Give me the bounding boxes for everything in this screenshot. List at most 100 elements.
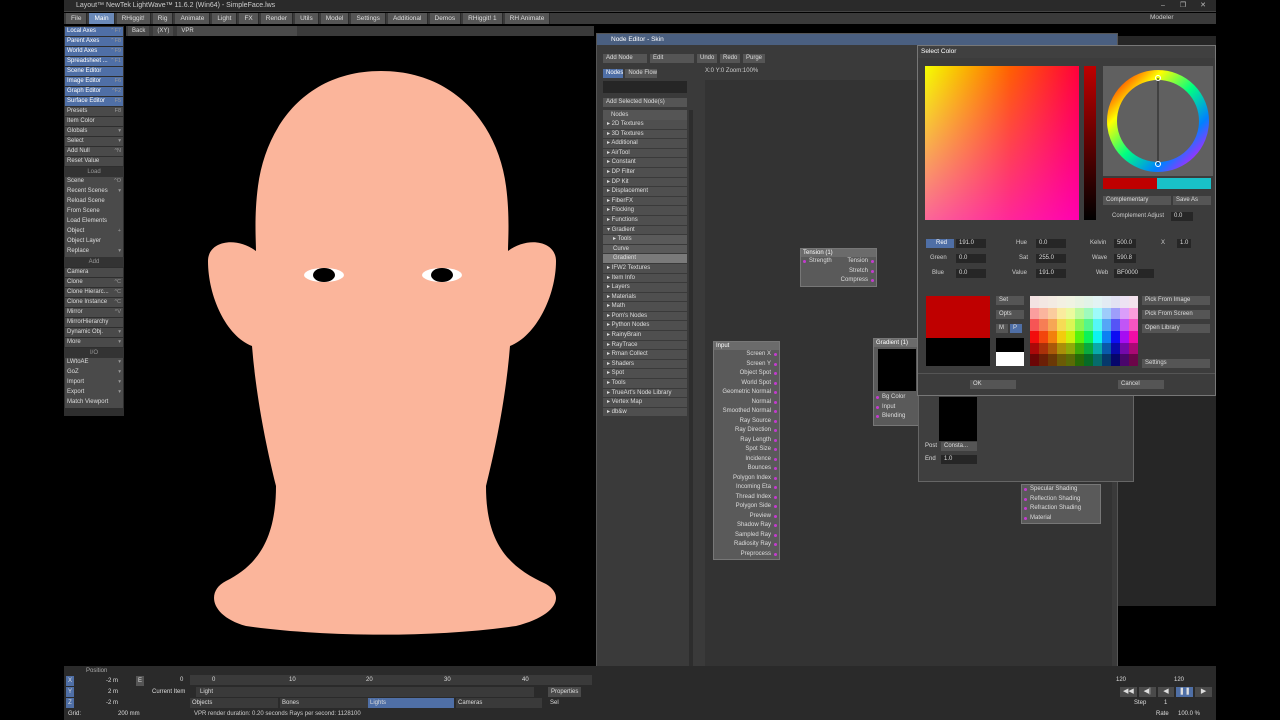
- button-export[interactable]: Export ▾: [65, 388, 123, 398]
- node-category-trueart-s-node-library[interactable]: ▸ TrueArt's Node Library: [603, 388, 687, 399]
- surface-node[interactable]: Specular Shading Reflection Shading Refr…: [1021, 484, 1101, 524]
- node-category-airtool[interactable]: ▸ AirTool: [603, 148, 687, 159]
- z-position-field[interactable]: -2 m: [78, 698, 118, 708]
- timeline-slider[interactable]: [190, 675, 592, 685]
- palette-swatch[interactable]: [1129, 319, 1138, 331]
- material-port[interactable]: Material: [1022, 514, 1100, 524]
- swatch-white[interactable]: [996, 352, 1024, 366]
- palette-swatch[interactable]: [1102, 342, 1111, 355]
- rewind-icon[interactable]: ◀◀: [1120, 687, 1137, 697]
- node-category-functions[interactable]: ▸ Functions: [603, 215, 687, 226]
- tab-rig[interactable]: Rig: [152, 13, 174, 24]
- node-category-curve[interactable]: Curve: [603, 244, 687, 255]
- x-axis-label[interactable]: X: [66, 676, 74, 686]
- node-category-constant[interactable]: ▸ Constant: [603, 158, 687, 168]
- tension-node[interactable]: Tension (1) Strength Tension Stretch Com…: [800, 248, 877, 287]
- radiosity-ray-output-port[interactable]: Radiosity Ray: [714, 540, 779, 550]
- tension-output-port[interactable]: Tension: [841, 257, 876, 267]
- y-axis-label[interactable]: Y: [66, 687, 74, 697]
- palette-swatch[interactable]: [1075, 330, 1084, 343]
- palette-swatch[interactable]: [1039, 342, 1048, 355]
- palette-swatch[interactable]: [1120, 296, 1129, 308]
- button-spreadsheet[interactable]: Spreadsheet ... ⌃F1: [65, 56, 123, 66]
- ray-source-output-port[interactable]: Ray Source: [714, 417, 779, 427]
- palette-swatch[interactable]: [1102, 319, 1111, 331]
- tab-rh-animate[interactable]: RH Animate: [504, 13, 551, 24]
- button-globals[interactable]: Globals ▾: [65, 126, 123, 136]
- purge-button[interactable]: Purge: [743, 54, 765, 63]
- refraction-shading-port[interactable]: Refraction Shading: [1022, 504, 1100, 514]
- palette-swatch[interactable]: [1129, 354, 1138, 366]
- button-camera[interactable]: Camera: [65, 267, 123, 277]
- button-recent-scenes[interactable]: Recent Scenes ▾: [65, 187, 123, 197]
- opts-button[interactable]: Opts: [996, 310, 1024, 319]
- axis-select[interactable]: (XY): [153, 26, 174, 36]
- palette-swatch[interactable]: [1111, 296, 1120, 308]
- sat-field[interactable]: 255.0: [1036, 254, 1066, 263]
- x-position-field[interactable]: -2 m: [78, 676, 118, 686]
- palette-swatch[interactable]: [1075, 307, 1084, 320]
- button-parent-axes[interactable]: Parent Axes ⌃F8: [65, 36, 123, 46]
- palette-swatch[interactable]: [1057, 330, 1066, 343]
- world-spot-output-port[interactable]: World Spot: [714, 379, 779, 389]
- palette-swatch[interactable]: [1066, 354, 1075, 366]
- palette-swatch[interactable]: [1057, 307, 1066, 320]
- green-field[interactable]: 0.0: [956, 254, 986, 263]
- screen-x-output-port[interactable]: Screen X: [714, 350, 779, 360]
- palette-swatch[interactable]: [1030, 296, 1039, 308]
- palette-swatch[interactable]: [1084, 319, 1093, 331]
- palette-swatch[interactable]: [1111, 307, 1120, 320]
- node-category-rainybrain[interactable]: ▸ RainyBrain: [603, 331, 687, 341]
- palette-swatch[interactable]: [1066, 330, 1075, 343]
- cameras-button[interactable]: Cameras: [456, 698, 542, 708]
- modeler-link[interactable]: Modeler: [1150, 14, 1173, 21]
- button-replace[interactable]: Replace ▾: [65, 247, 123, 257]
- button-match-viewport[interactable]: Match Viewport: [65, 398, 123, 408]
- button-lwtoae[interactable]: LWtoAE ▾: [65, 358, 123, 368]
- tab-animate[interactable]: Animate: [175, 13, 211, 24]
- stretch-output-port[interactable]: Stretch: [841, 267, 876, 277]
- button-clone-instance[interactable]: Clone Instance ^C: [65, 297, 123, 307]
- palette-swatch[interactable]: [1093, 319, 1102, 331]
- palette-swatch[interactable]: [1084, 296, 1093, 308]
- button-import[interactable]: Import ▾: [65, 378, 123, 388]
- button-object[interactable]: Object +: [65, 227, 123, 237]
- edit-button[interactable]: Edit: [650, 54, 694, 63]
- palette-swatch[interactable]: [1102, 354, 1111, 366]
- button-goz[interactable]: GoZ ▾: [65, 368, 123, 378]
- hue-field[interactable]: 0.0: [1036, 239, 1066, 248]
- reflection-shading-port[interactable]: Reflection Shading: [1022, 495, 1100, 505]
- palette-swatch[interactable]: [1075, 354, 1084, 366]
- pick-from-screen-button[interactable]: Pick From Screen: [1142, 310, 1210, 319]
- button-mirror[interactable]: Mirror ^V: [65, 307, 123, 317]
- p-button[interactable]: P: [1010, 324, 1022, 333]
- object-spot-output-port[interactable]: Object Spot: [714, 369, 779, 379]
- button-select[interactable]: Select ▾: [65, 136, 123, 146]
- hue-wheel[interactable]: [1103, 66, 1213, 176]
- palette-swatch[interactable]: [1093, 307, 1102, 320]
- palette-swatch[interactable]: [1093, 330, 1102, 343]
- end-frame-a[interactable]: 120: [1116, 675, 1146, 685]
- tab-rhiggit[interactable]: RHiggit!: [116, 13, 151, 24]
- palette-swatch[interactable]: [1111, 319, 1120, 331]
- step-back-icon[interactable]: ◀|: [1138, 687, 1156, 697]
- undo-button[interactable]: Undo: [697, 54, 717, 63]
- normal-output-port[interactable]: Normal: [714, 398, 779, 408]
- end-frame-b[interactable]: 120: [1174, 675, 1204, 685]
- node-category-ifw2-textures[interactable]: ▸ IFW2 Textures: [603, 263, 687, 274]
- palette-swatch[interactable]: [1102, 330, 1111, 343]
- palette-swatch[interactable]: [1093, 342, 1102, 355]
- shadow-ray-output-port[interactable]: Shadow Ray: [714, 521, 779, 531]
- palette-swatch[interactable]: [1129, 342, 1138, 355]
- compress-output-port[interactable]: Compress: [841, 276, 876, 286]
- palette-swatch[interactable]: [1057, 296, 1066, 308]
- node-category-2d-textures[interactable]: ▸ 2D Textures: [603, 120, 687, 130]
- palette-swatch[interactable]: [1030, 354, 1039, 366]
- node-category-item-info[interactable]: ▸ Item Info: [603, 273, 687, 284]
- palette-swatch[interactable]: [1039, 330, 1048, 343]
- maximize-button[interactable]: ❐: [1176, 0, 1190, 12]
- current-item-select[interactable]: Light: [196, 687, 534, 697]
- palette-swatch[interactable]: [1084, 354, 1093, 366]
- tab-render[interactable]: Render: [260, 13, 294, 24]
- tab-light[interactable]: Light: [212, 13, 238, 24]
